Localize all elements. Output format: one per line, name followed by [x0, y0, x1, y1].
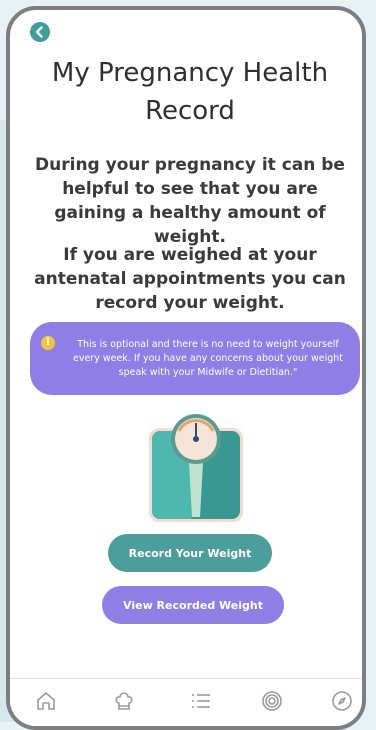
bottom-navigation — [10, 678, 362, 726]
weighing-scale-icon — [149, 414, 243, 522]
page-title: My Pregnancy Health Record — [51, 58, 329, 126]
list-icon — [192, 694, 210, 708]
view-recorded-weight-button[interactable]: View Recorded Weight — [102, 586, 284, 624]
chef-hat-icon — [115, 692, 133, 710]
record-weight-button[interactable]: Record Your Weight — [108, 534, 272, 572]
phone-frame: My Pregnancy Health Record During your p… — [6, 6, 366, 730]
home-icon — [37, 692, 55, 710]
chevron-left-icon — [35, 26, 43, 38]
nav-home[interactable] — [32, 687, 60, 715]
intro-paragraph-record-weight: If you are weighed at your antenatal app… — [34, 245, 346, 313]
info-icon: i — [41, 336, 55, 350]
nav-goals[interactable] — [258, 687, 286, 715]
intro-paragraph-weight-gain: During your pregnancy it can be helpful … — [35, 155, 345, 247]
nav-recipes[interactable] — [110, 687, 138, 715]
target-icon — [262, 691, 282, 711]
nav-list[interactable] — [187, 687, 215, 715]
back-button[interactable] — [30, 22, 50, 42]
compass-icon — [332, 691, 352, 711]
nav-explore[interactable] — [328, 687, 356, 715]
notice-text: This is optional and there is no need to… — [72, 339, 343, 378]
optional-notice-banner: i This is optional and there is no need … — [30, 322, 360, 395]
